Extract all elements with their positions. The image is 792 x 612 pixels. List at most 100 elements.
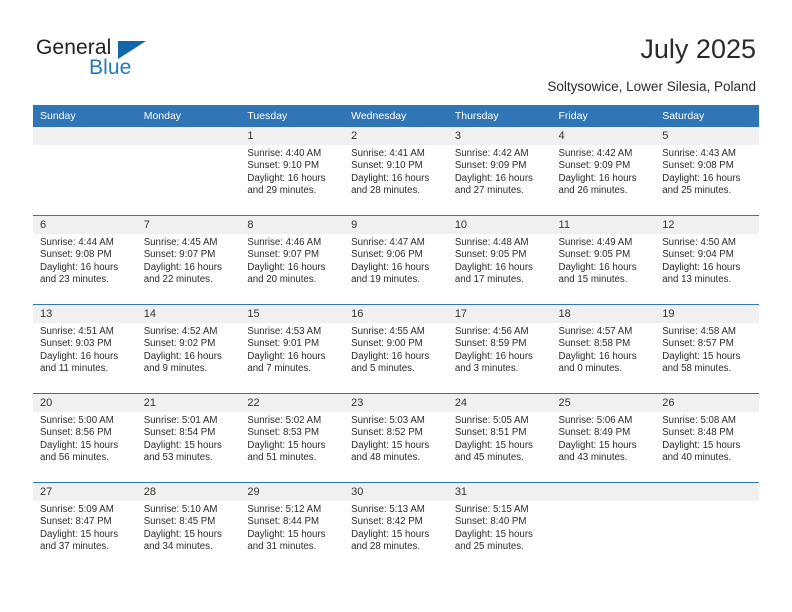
day-number: 24 <box>447 394 552 412</box>
calendar-day-cell[interactable]: 18 Sunrise: 4:57 AM Sunset: 8:58 PM Dayligh… <box>551 304 656 394</box>
sunset-time: Sunset: 8:47 PM <box>40 516 112 528</box>
day-cell-content: 1 Sunrise: 4:40 AM Sunset: 9:10 PM Daylight… <box>240 127 345 215</box>
day-details: Sunrise: 5:02 AM Sunset: 8:53 PM Daylight:… <box>240 412 344 465</box>
calendar-day-cell[interactable]: 8 Sunrise: 4:46 AM Sunset: 9:07 PM Daylight… <box>240 215 345 305</box>
daylight-duration-line1: Daylight: 16 hours <box>40 261 119 273</box>
calendar-page: General Blue July 2025 Soltysowice, Lowe… <box>0 0 792 612</box>
daylight-duration-line1: Daylight: 16 hours <box>247 350 326 362</box>
general-blue-logo[interactable]: General Blue <box>36 36 166 82</box>
calendar-day-cell[interactable]: 12 Sunrise: 4:50 AM Sunset: 9:04 PM Dayligh… <box>655 215 759 305</box>
calendar-day-cell[interactable]: 23 Sunrise: 5:03 AM Sunset: 8:52 PM Dayligh… <box>344 393 448 483</box>
weekday-header-sunday: Sunday <box>33 105 137 127</box>
daylight-duration-line2: and 0 minutes. <box>558 363 623 375</box>
calendar-day-cell[interactable]: 27 Sunrise: 5:09 AM Sunset: 8:47 PM Dayligh… <box>33 482 137 571</box>
sunset-time: Sunset: 8:49 PM <box>558 427 631 439</box>
calendar-day-cell[interactable]: 26 Sunrise: 5:08 AM Sunset: 8:48 PM Dayligh… <box>655 393 759 483</box>
sunset-time: Sunset: 8:44 PM <box>247 516 320 528</box>
sunset-time: Sunset: 9:08 PM <box>40 249 112 261</box>
calendar-day-cell[interactable]: 13 Sunrise: 4:51 AM Sunset: 9:03 PM Dayligh… <box>33 304 137 394</box>
calendar-day-cell[interactable]: 14 Sunrise: 4:52 AM Sunset: 9:02 PM Dayligh… <box>136 304 241 394</box>
calendar-day-cell[interactable]: 15 Sunrise: 4:53 AM Sunset: 9:01 PM Dayligh… <box>240 304 345 394</box>
day-cell-content: 20 Sunrise: 5:00 AM Sunset: 8:56 PM Dayligh… <box>33 394 137 482</box>
day-number: 10 <box>447 216 552 234</box>
daylight-duration-line2: and 53 minutes. <box>143 452 213 464</box>
calendar-day-cell[interactable]: 30 Sunrise: 5:13 AM Sunset: 8:42 PM Dayligh… <box>344 482 448 571</box>
calendar-day-cell[interactable]: 17 Sunrise: 4:56 AM Sunset: 8:59 PM Dayligh… <box>447 304 552 394</box>
day-cell-content: 18 Sunrise: 4:57 AM Sunset: 8:58 PM Dayligh… <box>551 305 656 393</box>
day-number: 20 <box>33 394 137 412</box>
sunrise-time: Sunrise: 4:48 AM <box>454 237 529 248</box>
calendar-day-cell[interactable]: 21 Sunrise: 5:01 AM Sunset: 8:54 PM Dayligh… <box>136 393 241 483</box>
day-cell-content: 8 Sunrise: 4:46 AM Sunset: 9:07 PM Daylight… <box>240 216 345 304</box>
sunrise-time: Sunrise: 5:02 AM <box>247 415 322 426</box>
calendar-day-cell[interactable]: 5 Sunrise: 4:43 AM Sunset: 9:08 PM Daylight… <box>655 127 759 216</box>
daylight-duration-line1: Daylight: 16 hours <box>351 350 430 362</box>
sunset-time: Sunset: 9:08 PM <box>662 160 734 172</box>
daylight-duration-line1: Daylight: 16 hours <box>40 350 119 362</box>
calendar-day-cell[interactable]: 6 Sunrise: 4:44 AM Sunset: 9:08 PM Daylight… <box>33 215 137 305</box>
calendar-day-cell[interactable]: 16 Sunrise: 4:55 AM Sunset: 9:00 PM Dayligh… <box>344 304 448 394</box>
daylight-duration-line2: and 23 minutes. <box>40 274 109 286</box>
day-cell-content: 31 Sunrise: 5:15 AM Sunset: 8:40 PM Dayligh… <box>447 483 552 571</box>
daylight-duration-line2: and 26 minutes. <box>558 185 628 197</box>
calendar-day-cell[interactable]: 24 Sunrise: 5:05 AM Sunset: 8:51 PM Dayligh… <box>447 393 552 483</box>
day-details: Sunrise: 5:05 AM Sunset: 8:51 PM Daylight:… <box>448 412 552 465</box>
calendar-day-cell[interactable]: 11 Sunrise: 4:49 AM Sunset: 9:05 PM Dayligh… <box>551 215 656 305</box>
day-details: Sunrise: 5:01 AM Sunset: 8:54 PM Daylight:… <box>137 412 241 465</box>
calendar-day-cell <box>655 482 759 571</box>
sunset-time: Sunset: 9:00 PM <box>351 338 423 350</box>
daylight-duration-line2: and 15 minutes. <box>558 274 628 286</box>
calendar-week-row: 13 Sunrise: 4:51 AM Sunset: 9:03 PM Dayligh… <box>33 304 759 394</box>
calendar-day-cell[interactable]: 2 Sunrise: 4:41 AM Sunset: 9:10 PM Daylight… <box>344 127 448 216</box>
sunset-time: Sunset: 8:40 PM <box>454 516 527 528</box>
day-details: Sunrise: 4:50 AM Sunset: 9:04 PM Daylight:… <box>655 234 759 287</box>
day-number: 8 <box>240 216 345 234</box>
day-details: Sunrise: 5:09 AM Sunset: 8:47 PM Daylight:… <box>33 501 137 554</box>
sunrise-time: Sunrise: 4:42 AM <box>558 148 633 159</box>
sunset-time: Sunset: 8:54 PM <box>143 427 216 439</box>
day-number <box>33 127 137 145</box>
sunset-time: Sunset: 9:09 PM <box>454 160 527 172</box>
sunset-time: Sunset: 9:10 PM <box>247 160 320 172</box>
sunset-time: Sunset: 8:56 PM <box>40 427 112 439</box>
daylight-duration-line1: Daylight: 15 hours <box>558 439 637 451</box>
day-details: Sunrise: 4:49 AM Sunset: 9:05 PM Daylight:… <box>552 234 656 287</box>
day-cell-content: 13 Sunrise: 4:51 AM Sunset: 9:03 PM Dayligh… <box>33 305 137 393</box>
day-details: Sunrise: 5:15 AM Sunset: 8:40 PM Daylight:… <box>448 501 552 554</box>
calendar-day-cell[interactable]: 3 Sunrise: 4:42 AM Sunset: 9:09 PM Daylight… <box>447 127 552 216</box>
calendar-day-cell[interactable]: 25 Sunrise: 5:06 AM Sunset: 8:49 PM Dayligh… <box>551 393 656 483</box>
sunrise-time: Sunrise: 5:06 AM <box>558 415 633 426</box>
sunrise-time: Sunrise: 5:05 AM <box>454 415 529 426</box>
daylight-duration-line2: and 20 minutes. <box>247 274 317 286</box>
sunrise-time: Sunrise: 5:03 AM <box>351 415 425 426</box>
sunrise-time: Sunrise: 4:42 AM <box>454 148 529 159</box>
calendar-day-cell[interactable]: 31 Sunrise: 5:15 AM Sunset: 8:40 PM Dayligh… <box>447 482 552 571</box>
calendar-day-cell <box>33 127 137 216</box>
sunset-time: Sunset: 8:48 PM <box>662 427 734 439</box>
calendar-day-cell[interactable]: 19 Sunrise: 4:58 AM Sunset: 8:57 PM Dayligh… <box>655 304 759 394</box>
calendar-day-cell[interactable]: 20 Sunrise: 5:00 AM Sunset: 8:56 PM Dayligh… <box>33 393 137 483</box>
day-details: Sunrise: 4:51 AM Sunset: 9:03 PM Daylight:… <box>33 323 137 376</box>
calendar-day-cell[interactable]: 7 Sunrise: 4:45 AM Sunset: 9:07 PM Daylight… <box>136 215 241 305</box>
sunrise-time: Sunrise: 5:10 AM <box>143 504 218 515</box>
day-cell-content: 26 Sunrise: 5:08 AM Sunset: 8:48 PM Dayligh… <box>655 394 759 482</box>
daylight-duration-line2: and 13 minutes. <box>662 274 732 286</box>
day-number: 11 <box>551 216 656 234</box>
calendar-day-cell[interactable]: 29 Sunrise: 5:12 AM Sunset: 8:44 PM Dayligh… <box>240 482 345 571</box>
calendar-day-cell[interactable]: 28 Sunrise: 5:10 AM Sunset: 8:45 PM Dayligh… <box>136 482 241 571</box>
calendar-day-cell[interactable]: 4 Sunrise: 4:42 AM Sunset: 9:09 PM Daylight… <box>551 127 656 216</box>
sunrise-sunset-calendar: Sunday Monday Tuesday Wednesday Thursday… <box>33 105 759 571</box>
sunrise-time: Sunrise: 5:09 AM <box>40 504 114 515</box>
daylight-duration-line1: Daylight: 16 hours <box>351 172 430 184</box>
calendar-day-cell[interactable]: 22 Sunrise: 5:02 AM Sunset: 8:53 PM Dayligh… <box>240 393 345 483</box>
daylight-duration-line1: Daylight: 16 hours <box>454 172 533 184</box>
calendar-day-cell[interactable]: 1 Sunrise: 4:40 AM Sunset: 9:10 PM Daylight… <box>240 127 345 216</box>
calendar-header-row: Sunday Monday Tuesday Wednesday Thursday… <box>33 105 759 127</box>
calendar-day-cell[interactable]: 10 Sunrise: 4:48 AM Sunset: 9:05 PM Dayligh… <box>447 215 552 305</box>
day-details: Sunrise: 4:47 AM Sunset: 9:06 PM Daylight:… <box>344 234 448 287</box>
day-number: 30 <box>344 483 448 501</box>
weekday-header-monday: Monday <box>136 105 241 127</box>
calendar-day-cell[interactable]: 9 Sunrise: 4:47 AM Sunset: 9:06 PM Daylight… <box>344 215 448 305</box>
sunrise-time: Sunrise: 5:13 AM <box>351 504 425 515</box>
day-number: 18 <box>551 305 656 323</box>
